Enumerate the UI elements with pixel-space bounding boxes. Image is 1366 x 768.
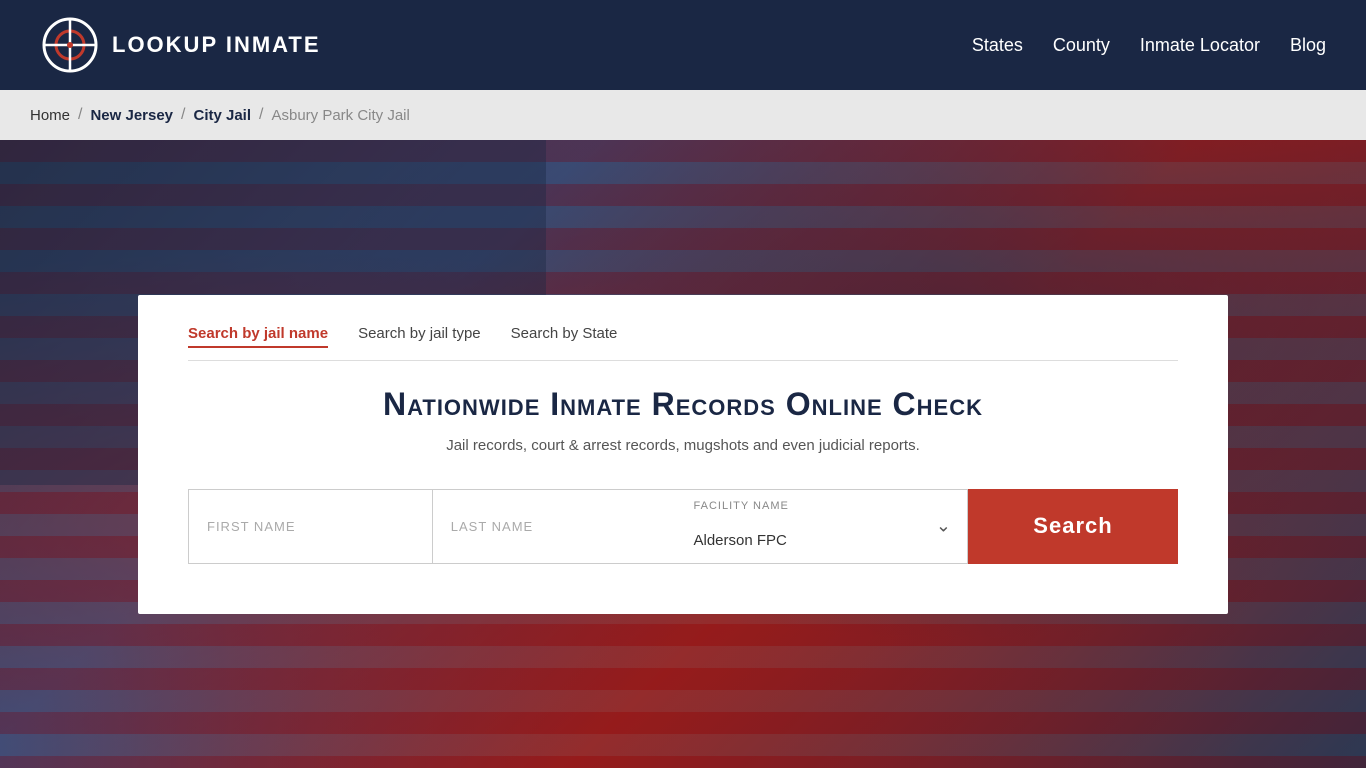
nav-link-states[interactable]: States [972, 35, 1023, 56]
card-title: Nationwide Inmate Records Online Check [188, 386, 1178, 423]
breadcrumb-sep-3: / [259, 106, 263, 124]
nav-links: States County Inmate Locator Blog [972, 35, 1326, 56]
nav-link-county[interactable]: County [1053, 35, 1110, 56]
nav-link-inmate-locator[interactable]: Inmate Locator [1140, 35, 1260, 56]
breadcrumb-sep-2: / [181, 106, 185, 124]
tab-search-by-jail-name[interactable]: Search by jail name [188, 325, 328, 348]
facility-select-wrapper: FACILITY NAME Alderson FPC Alderson FPC … [676, 489, 969, 564]
navbar: LOOKUP INMATE States County Inmate Locat… [0, 0, 1366, 90]
card-subtitle: Jail records, court & arrest records, mu… [188, 437, 1178, 454]
brand-link[interactable]: LOOKUP INMATE [40, 15, 321, 75]
breadcrumb: Home / New Jersey / City Jail / Asbury P… [0, 90, 1366, 140]
brand-text: LOOKUP INMATE [112, 32, 321, 58]
search-fields: FACILITY NAME Alderson FPC Alderson FPC … [188, 489, 1178, 564]
breadcrumb-home[interactable]: Home [30, 107, 70, 124]
tab-search-by-state[interactable]: Search by State [511, 325, 618, 348]
breadcrumb-sep-1: / [78, 106, 82, 124]
breadcrumb-new-jersey[interactable]: New Jersey [90, 107, 173, 124]
last-name-input[interactable] [432, 489, 676, 564]
last-name-group [432, 489, 676, 564]
breadcrumb-asbury: Asbury Park City Jail [271, 107, 409, 124]
logo-icon [40, 15, 100, 75]
hero: Search by jail name Search by jail type … [0, 140, 1366, 768]
nav-link-blog[interactable]: Blog [1290, 35, 1326, 56]
breadcrumb-city-jail[interactable]: City Jail [193, 107, 251, 124]
search-card: Search by jail name Search by jail type … [138, 295, 1228, 614]
tabs: Search by jail name Search by jail type … [188, 325, 1178, 361]
tab-search-by-jail-type[interactable]: Search by jail type [358, 325, 481, 348]
search-button[interactable]: Search [968, 489, 1178, 564]
first-name-input[interactable] [188, 489, 432, 564]
first-name-group [188, 489, 432, 564]
